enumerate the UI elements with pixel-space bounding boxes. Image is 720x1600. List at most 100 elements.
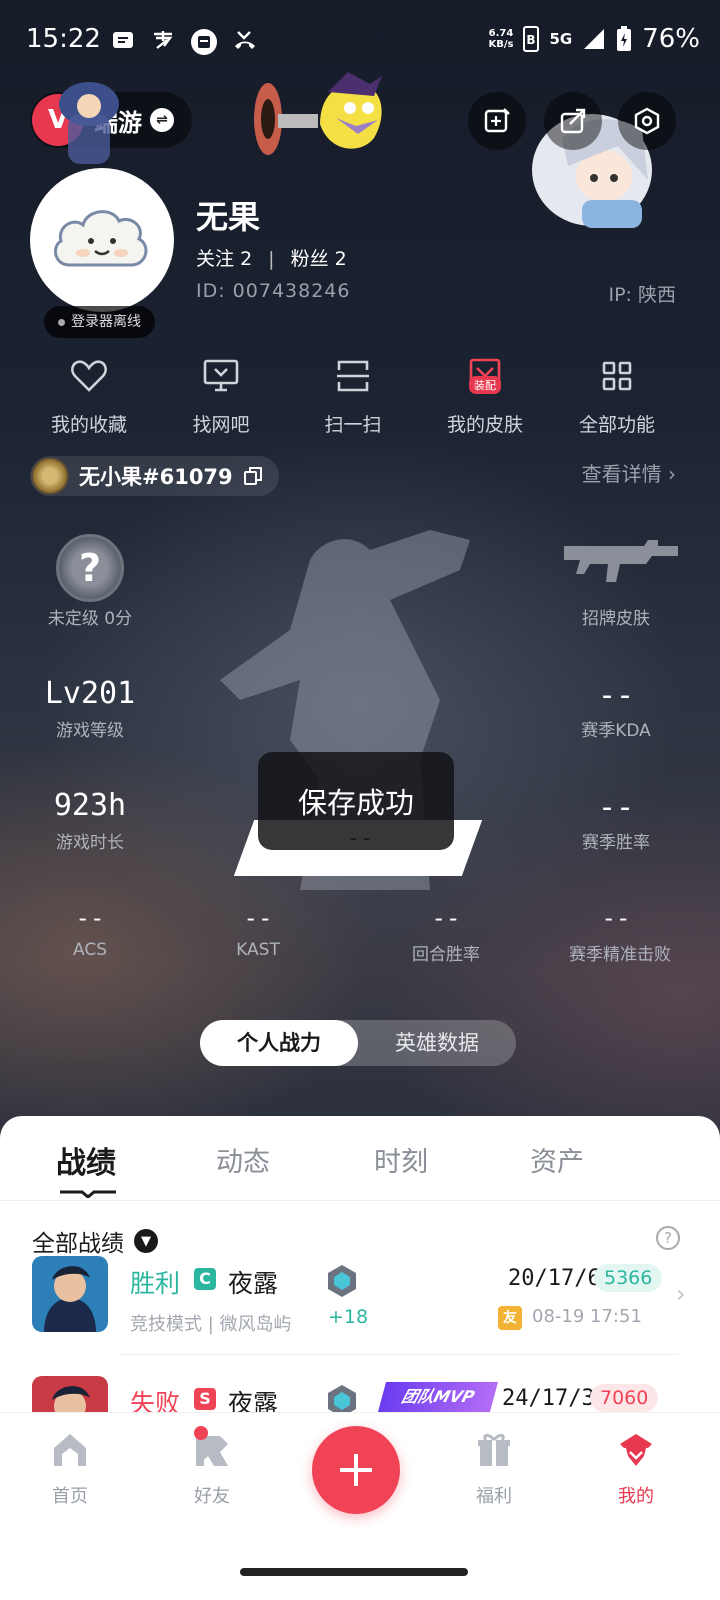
match-agent-avatar bbox=[32, 1256, 108, 1332]
stats-segment-control: 个人战力 英雄数据 bbox=[200, 1020, 516, 1066]
create-post-button[interactable] bbox=[468, 92, 526, 150]
match-kda: 24/17/3 bbox=[502, 1386, 595, 1411]
riot-id-text: 无小果#61079 bbox=[79, 465, 233, 489]
edit-card-icon bbox=[484, 108, 510, 133]
account-emblem-icon bbox=[31, 457, 69, 495]
kda-value: -- bbox=[597, 678, 635, 713]
heart-icon bbox=[71, 360, 107, 392]
home-icon bbox=[54, 1434, 86, 1466]
status-time: 15:22 bbox=[26, 24, 101, 54]
match-mode-badge: C bbox=[194, 1268, 216, 1290]
tab-assets[interactable]: 资产 bbox=[530, 1140, 584, 1179]
data-saver-icon: B bbox=[523, 26, 540, 52]
gift-icon bbox=[478, 1433, 510, 1466]
nav-benefits[interactable]: 福利 bbox=[444, 1430, 544, 1508]
ip-location: IP: 陕西 bbox=[608, 284, 676, 306]
winrate-label: 赛季胜率 bbox=[582, 833, 650, 853]
net-speed: 6.74 KB/s bbox=[488, 28, 514, 50]
round-winrate-value: -- bbox=[431, 904, 461, 932]
hours-value: 923h bbox=[53, 788, 127, 823]
app-icon bbox=[190, 28, 217, 55]
skin-label: 招牌皮肤 bbox=[582, 609, 650, 629]
create-fab-button[interactable] bbox=[312, 1426, 400, 1514]
winrate-value: -- bbox=[597, 790, 635, 825]
match-mode-map: 竞技模式 | 微风岛屿 bbox=[130, 1314, 292, 1335]
nav-home[interactable]: 首页 bbox=[20, 1430, 120, 1508]
view-details-link[interactable]: 查看详情 › bbox=[582, 458, 676, 487]
plus-icon bbox=[340, 1454, 372, 1486]
grid-icon bbox=[602, 361, 632, 391]
missed-call-icon bbox=[232, 28, 258, 52]
share-icon bbox=[560, 108, 586, 134]
func-all-functions[interactable]: 全部功能 bbox=[552, 356, 682, 437]
acs-value: -- bbox=[75, 904, 105, 932]
match-mode-badge: S bbox=[194, 1388, 216, 1410]
gun-skin-icon[interactable] bbox=[560, 538, 680, 588]
segment-personal-power[interactable]: 个人战力 bbox=[200, 1020, 358, 1066]
toast-message: 保存成功 bbox=[258, 752, 454, 850]
battery-level: 76% bbox=[642, 24, 700, 54]
round-winrate-label: 回合胜率 bbox=[412, 945, 480, 965]
sticker-duck bbox=[250, 64, 400, 164]
alipay-icon bbox=[150, 28, 176, 52]
sticker-character-left bbox=[34, 64, 144, 174]
chevron-right-icon: › bbox=[668, 462, 676, 486]
tab-indicator bbox=[60, 1190, 116, 1198]
record-filter[interactable]: 全部战绩 ▼ bbox=[32, 1224, 158, 1258]
riot-id-chip[interactable]: 无小果#61079 bbox=[30, 456, 279, 496]
battery-icon bbox=[617, 26, 632, 51]
swap-icon: ⇌ bbox=[150, 108, 174, 132]
row-divider bbox=[118, 1354, 678, 1355]
help-icon[interactable]: ? bbox=[656, 1226, 680, 1250]
share-button[interactable] bbox=[544, 92, 602, 150]
match-agent: 夜露 bbox=[228, 1269, 279, 1298]
equip-tag: 装配 bbox=[469, 376, 501, 394]
scan-icon bbox=[337, 360, 369, 392]
nav-friends[interactable]: 好友 bbox=[162, 1426, 262, 1508]
headshot-label: 赛季精准击败 bbox=[569, 945, 671, 965]
rank-icon[interactable]: ? bbox=[56, 534, 124, 602]
chevron-down-icon: ▼ bbox=[134, 1229, 158, 1253]
rank-label: 未定级 0分 bbox=[47, 609, 133, 629]
follow-stats: 关注 2 | 粉丝 2 bbox=[196, 248, 347, 270]
tab-record[interactable]: 战绩 bbox=[56, 1138, 116, 1182]
hours-label: 游戏时长 bbox=[56, 833, 124, 853]
match-kda: 20/17/6 bbox=[508, 1266, 601, 1291]
rr-change: +18 bbox=[328, 1306, 369, 1328]
match-score: 5366 bbox=[594, 1264, 663, 1292]
signal-icon bbox=[584, 29, 605, 49]
kast-value: -- bbox=[243, 904, 273, 932]
func-favorites[interactable]: 我的收藏 bbox=[24, 356, 154, 437]
func-my-skins[interactable]: 装配 我的皮肤 bbox=[420, 356, 550, 437]
profile-name: 无果 bbox=[196, 198, 261, 236]
network-type: 5G bbox=[549, 29, 573, 48]
func-scan[interactable]: 扫一扫 bbox=[288, 356, 418, 437]
match-score: 7060 bbox=[590, 1384, 659, 1412]
copy-icon[interactable] bbox=[243, 466, 263, 486]
rank-rating-icon bbox=[328, 1265, 356, 1297]
segment-hero-data[interactable]: 英雄数据 bbox=[358, 1020, 516, 1066]
chevron-right-icon[interactable]: › bbox=[676, 1280, 686, 1308]
kda-label: 赛季KDA bbox=[581, 721, 651, 741]
following-link[interactable]: 关注 2 bbox=[196, 248, 252, 270]
friend-tag: 友 bbox=[498, 1306, 522, 1330]
svg-text:B: B bbox=[527, 33, 536, 47]
headshot-value: -- bbox=[601, 904, 631, 932]
monitor-icon bbox=[203, 359, 239, 392]
settings-button[interactable] bbox=[618, 92, 676, 150]
cloud-avatar-icon bbox=[53, 210, 148, 267]
avatar[interactable] bbox=[30, 168, 174, 312]
settings-hex-icon bbox=[634, 107, 660, 135]
user-id: ID: 007438246 bbox=[196, 280, 351, 302]
profile-icon bbox=[620, 1434, 652, 1466]
followers-link[interactable]: 粉丝 2 bbox=[291, 248, 347, 270]
nav-me[interactable]: 我的 bbox=[586, 1430, 686, 1508]
match-time: 08-19 17:51 bbox=[532, 1306, 642, 1327]
func-find-netcafe[interactable]: 找网吧 bbox=[156, 356, 286, 437]
tab-moments[interactable]: 时刻 bbox=[374, 1140, 428, 1179]
level-label: 游戏等级 bbox=[56, 721, 124, 741]
login-status-badge: 登录器离线 bbox=[44, 306, 155, 338]
tab-feed[interactable]: 动态 bbox=[216, 1140, 270, 1179]
home-indicator bbox=[240, 1568, 468, 1576]
acs-label: ACS bbox=[73, 940, 107, 960]
